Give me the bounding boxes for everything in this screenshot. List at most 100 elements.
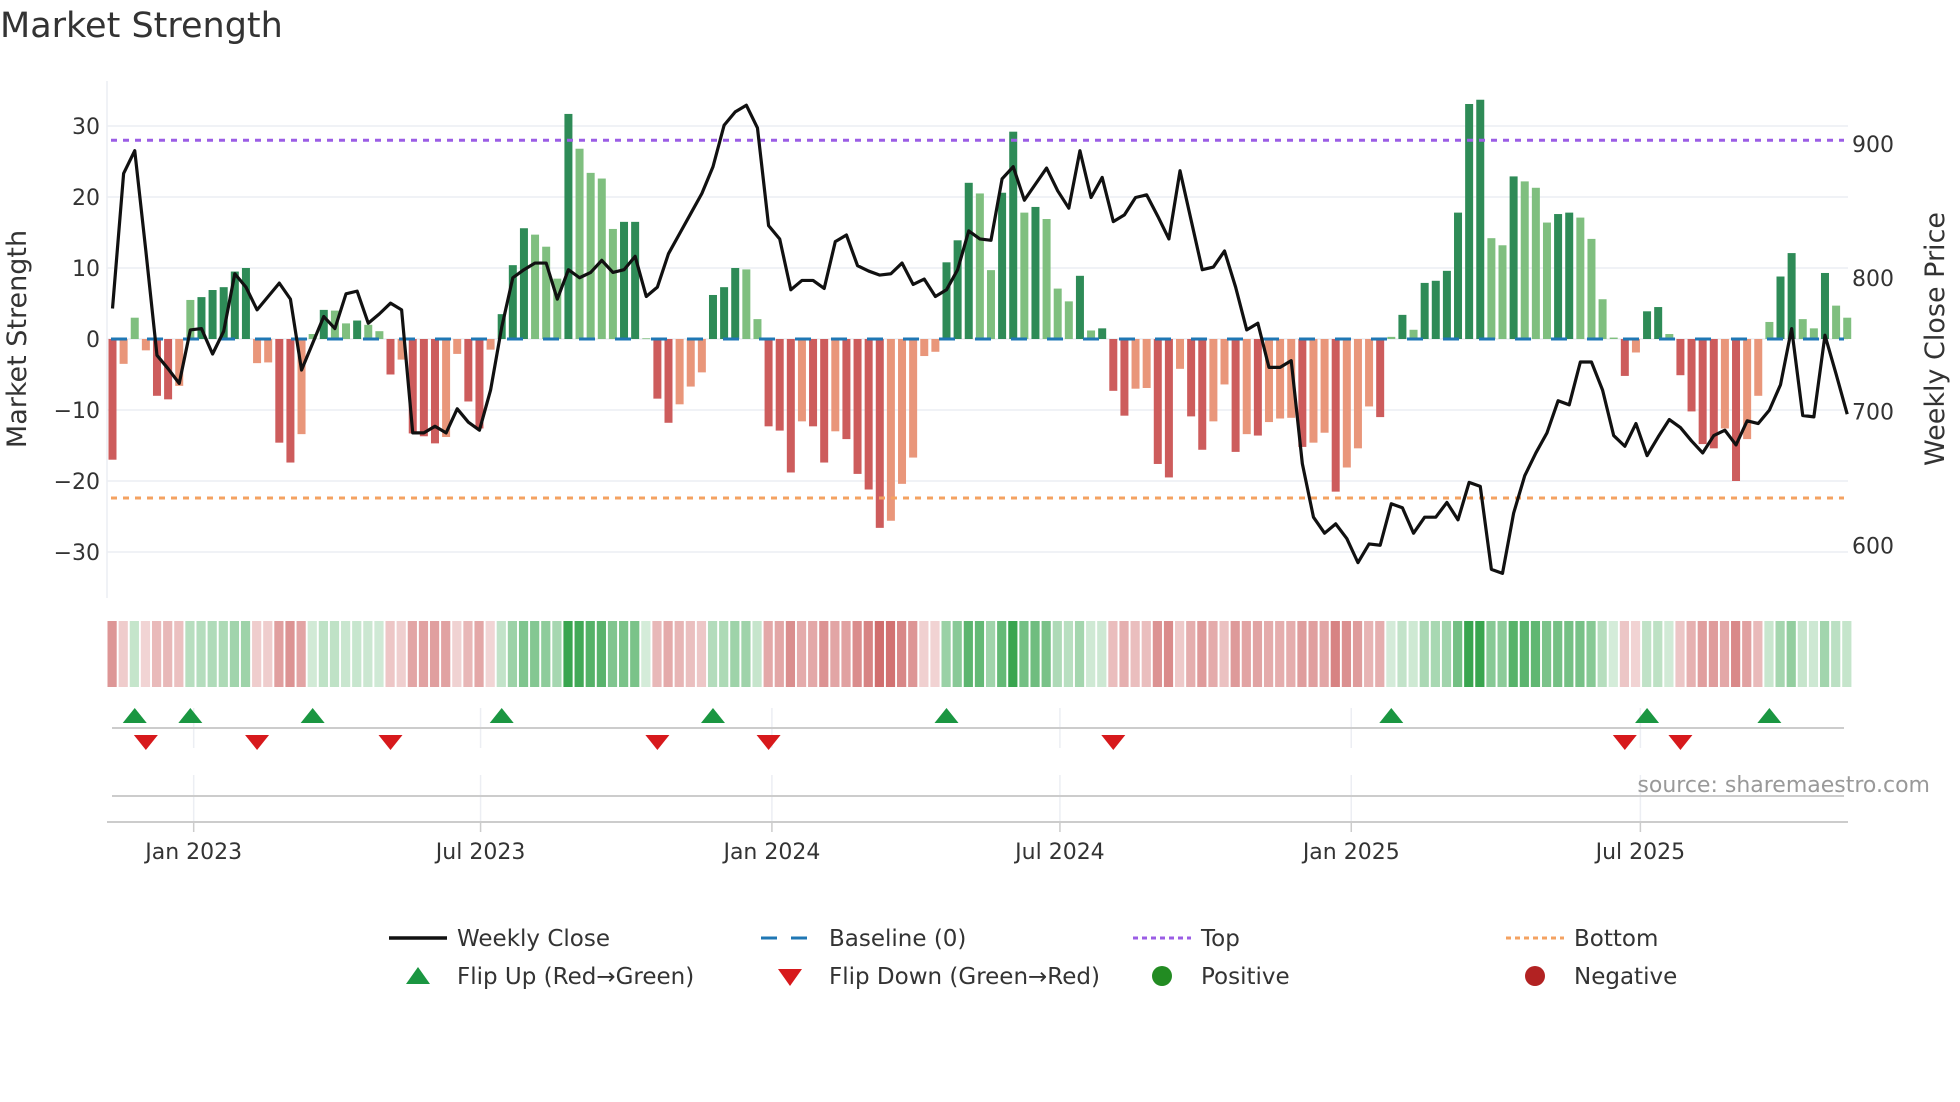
strength-bar — [720, 287, 729, 339]
heat-strip-cell — [819, 621, 829, 687]
heat-strip-cell — [1553, 621, 1563, 687]
heat-strip-cell — [1108, 621, 1118, 687]
heat-strip-cell — [963, 621, 973, 687]
legend-label: Top — [1201, 926, 1240, 952]
heat-strip-cell — [885, 621, 896, 687]
strength-bar — [975, 193, 984, 339]
heat-strip-cell — [1086, 621, 1096, 687]
flip-down-marker — [756, 735, 781, 750]
strength-bar — [764, 339, 773, 427]
y-tick-label: −10 — [54, 399, 100, 424]
heat-strip-cell — [841, 621, 851, 687]
strength-bar — [1598, 299, 1607, 339]
heat-strip-cell — [763, 621, 773, 687]
strength-bar — [1643, 311, 1652, 339]
legend-flip-up: Flip Up (Red→Green) — [387, 964, 694, 990]
heat-strip-cell — [129, 621, 139, 687]
heat-strip-cell — [997, 621, 1007, 687]
strength-bar — [1365, 339, 1374, 407]
strength-bar — [1620, 339, 1629, 376]
heat-strip-cell — [418, 621, 429, 687]
strength-bar — [264, 339, 273, 363]
strength-bar — [442, 339, 451, 437]
heat-strip-cell — [185, 621, 195, 687]
legend-top: Top — [1131, 926, 1240, 952]
flip-up-marker — [700, 708, 725, 723]
x-tick-label: Jul 2025 — [1594, 840, 1686, 865]
heat-strip-cell — [1441, 621, 1452, 687]
strength-bar — [1387, 336, 1396, 339]
strength-bar — [1832, 305, 1841, 339]
heat-strip-cell — [252, 621, 262, 687]
heat-strip-cell — [1508, 621, 1518, 687]
legend-label: Flip Down (Green→Red) — [829, 964, 1100, 990]
strength-bar — [931, 339, 940, 352]
strength-bar — [141, 339, 150, 351]
heat-strip-cell — [107, 621, 117, 687]
heat-strip-cell — [530, 621, 540, 687]
flip-down-marker — [1668, 735, 1693, 750]
flip-up-marker — [934, 708, 959, 723]
heat-strip-cell — [652, 621, 662, 687]
strength-bar — [253, 339, 262, 364]
heat-strip-cell — [518, 621, 529, 687]
green-dot-icon — [1131, 965, 1193, 989]
strength-bar — [1531, 187, 1540, 339]
heat-strip-cell — [707, 621, 718, 687]
strength-bar — [1331, 339, 1340, 492]
strength-bar — [853, 339, 862, 474]
strength-bar — [942, 262, 951, 339]
heat-strip-cell — [463, 621, 473, 687]
heat-strip-cell — [151, 621, 162, 687]
strength-bar — [1253, 339, 1262, 436]
heat-strip-cell — [1119, 621, 1129, 687]
strength-bar — [1109, 339, 1118, 391]
heat-strip-cell — [1530, 621, 1541, 687]
strength-bar — [1309, 339, 1318, 443]
heat-strip-cell — [808, 621, 818, 687]
y-tick-label: −20 — [54, 470, 100, 495]
strength-bar — [986, 270, 995, 339]
strength-bar — [1398, 314, 1407, 339]
strength-bar — [286, 339, 295, 463]
heat-strip-cell — [174, 621, 184, 687]
strength-bar — [864, 339, 873, 490]
strength-bar — [920, 339, 929, 357]
heat-strip-cell — [541, 621, 551, 687]
heat-strip-cell — [496, 621, 506, 687]
heat-strip-cell — [1130, 621, 1140, 687]
heat-strip-cell — [1074, 621, 1085, 687]
heat-strip-cell — [1764, 621, 1774, 687]
heat-strip-cell — [607, 621, 618, 687]
legend-negative: Negative — [1504, 964, 1677, 990]
strength-bar — [1442, 270, 1451, 339]
heat-strip-cell — [1241, 621, 1251, 687]
strength-bar — [1120, 339, 1129, 416]
heat-strip-cell — [1753, 621, 1763, 687]
strength-bar — [1198, 339, 1207, 450]
heat-strip-cell — [1163, 621, 1174, 687]
market-strength-chart: 30 20 10 0 −10 −20 −30 900 800 700 600 Market Stren… — [2, 81, 1951, 865]
heat-strip-cell — [452, 621, 462, 687]
strength-bar — [1209, 339, 1218, 422]
strength-bar — [353, 320, 362, 339]
heat-strip-cell — [1297, 621, 1307, 687]
strength-bar — [208, 290, 217, 339]
heat-strip-cell — [1686, 621, 1696, 687]
strength-bar — [964, 182, 973, 339]
y2-tick-label: 900 — [1852, 133, 1894, 158]
heat-strip-cell — [207, 621, 217, 687]
triangle-up-icon — [387, 965, 449, 989]
legend-label: Bottom — [1574, 926, 1659, 952]
strength-bar — [519, 228, 528, 339]
heat-strip-cell — [1675, 621, 1685, 687]
strength-bar — [542, 246, 551, 339]
strength-bar — [1720, 339, 1729, 429]
heat-strip-cell — [1831, 621, 1841, 687]
strength-bar — [1098, 328, 1107, 339]
strength-bar — [1565, 212, 1574, 339]
heat-strip-cell — [574, 621, 584, 687]
heat-strip-cell — [1386, 621, 1396, 687]
strength-bar — [1542, 222, 1551, 339]
heat-strip-cell — [1330, 621, 1340, 687]
